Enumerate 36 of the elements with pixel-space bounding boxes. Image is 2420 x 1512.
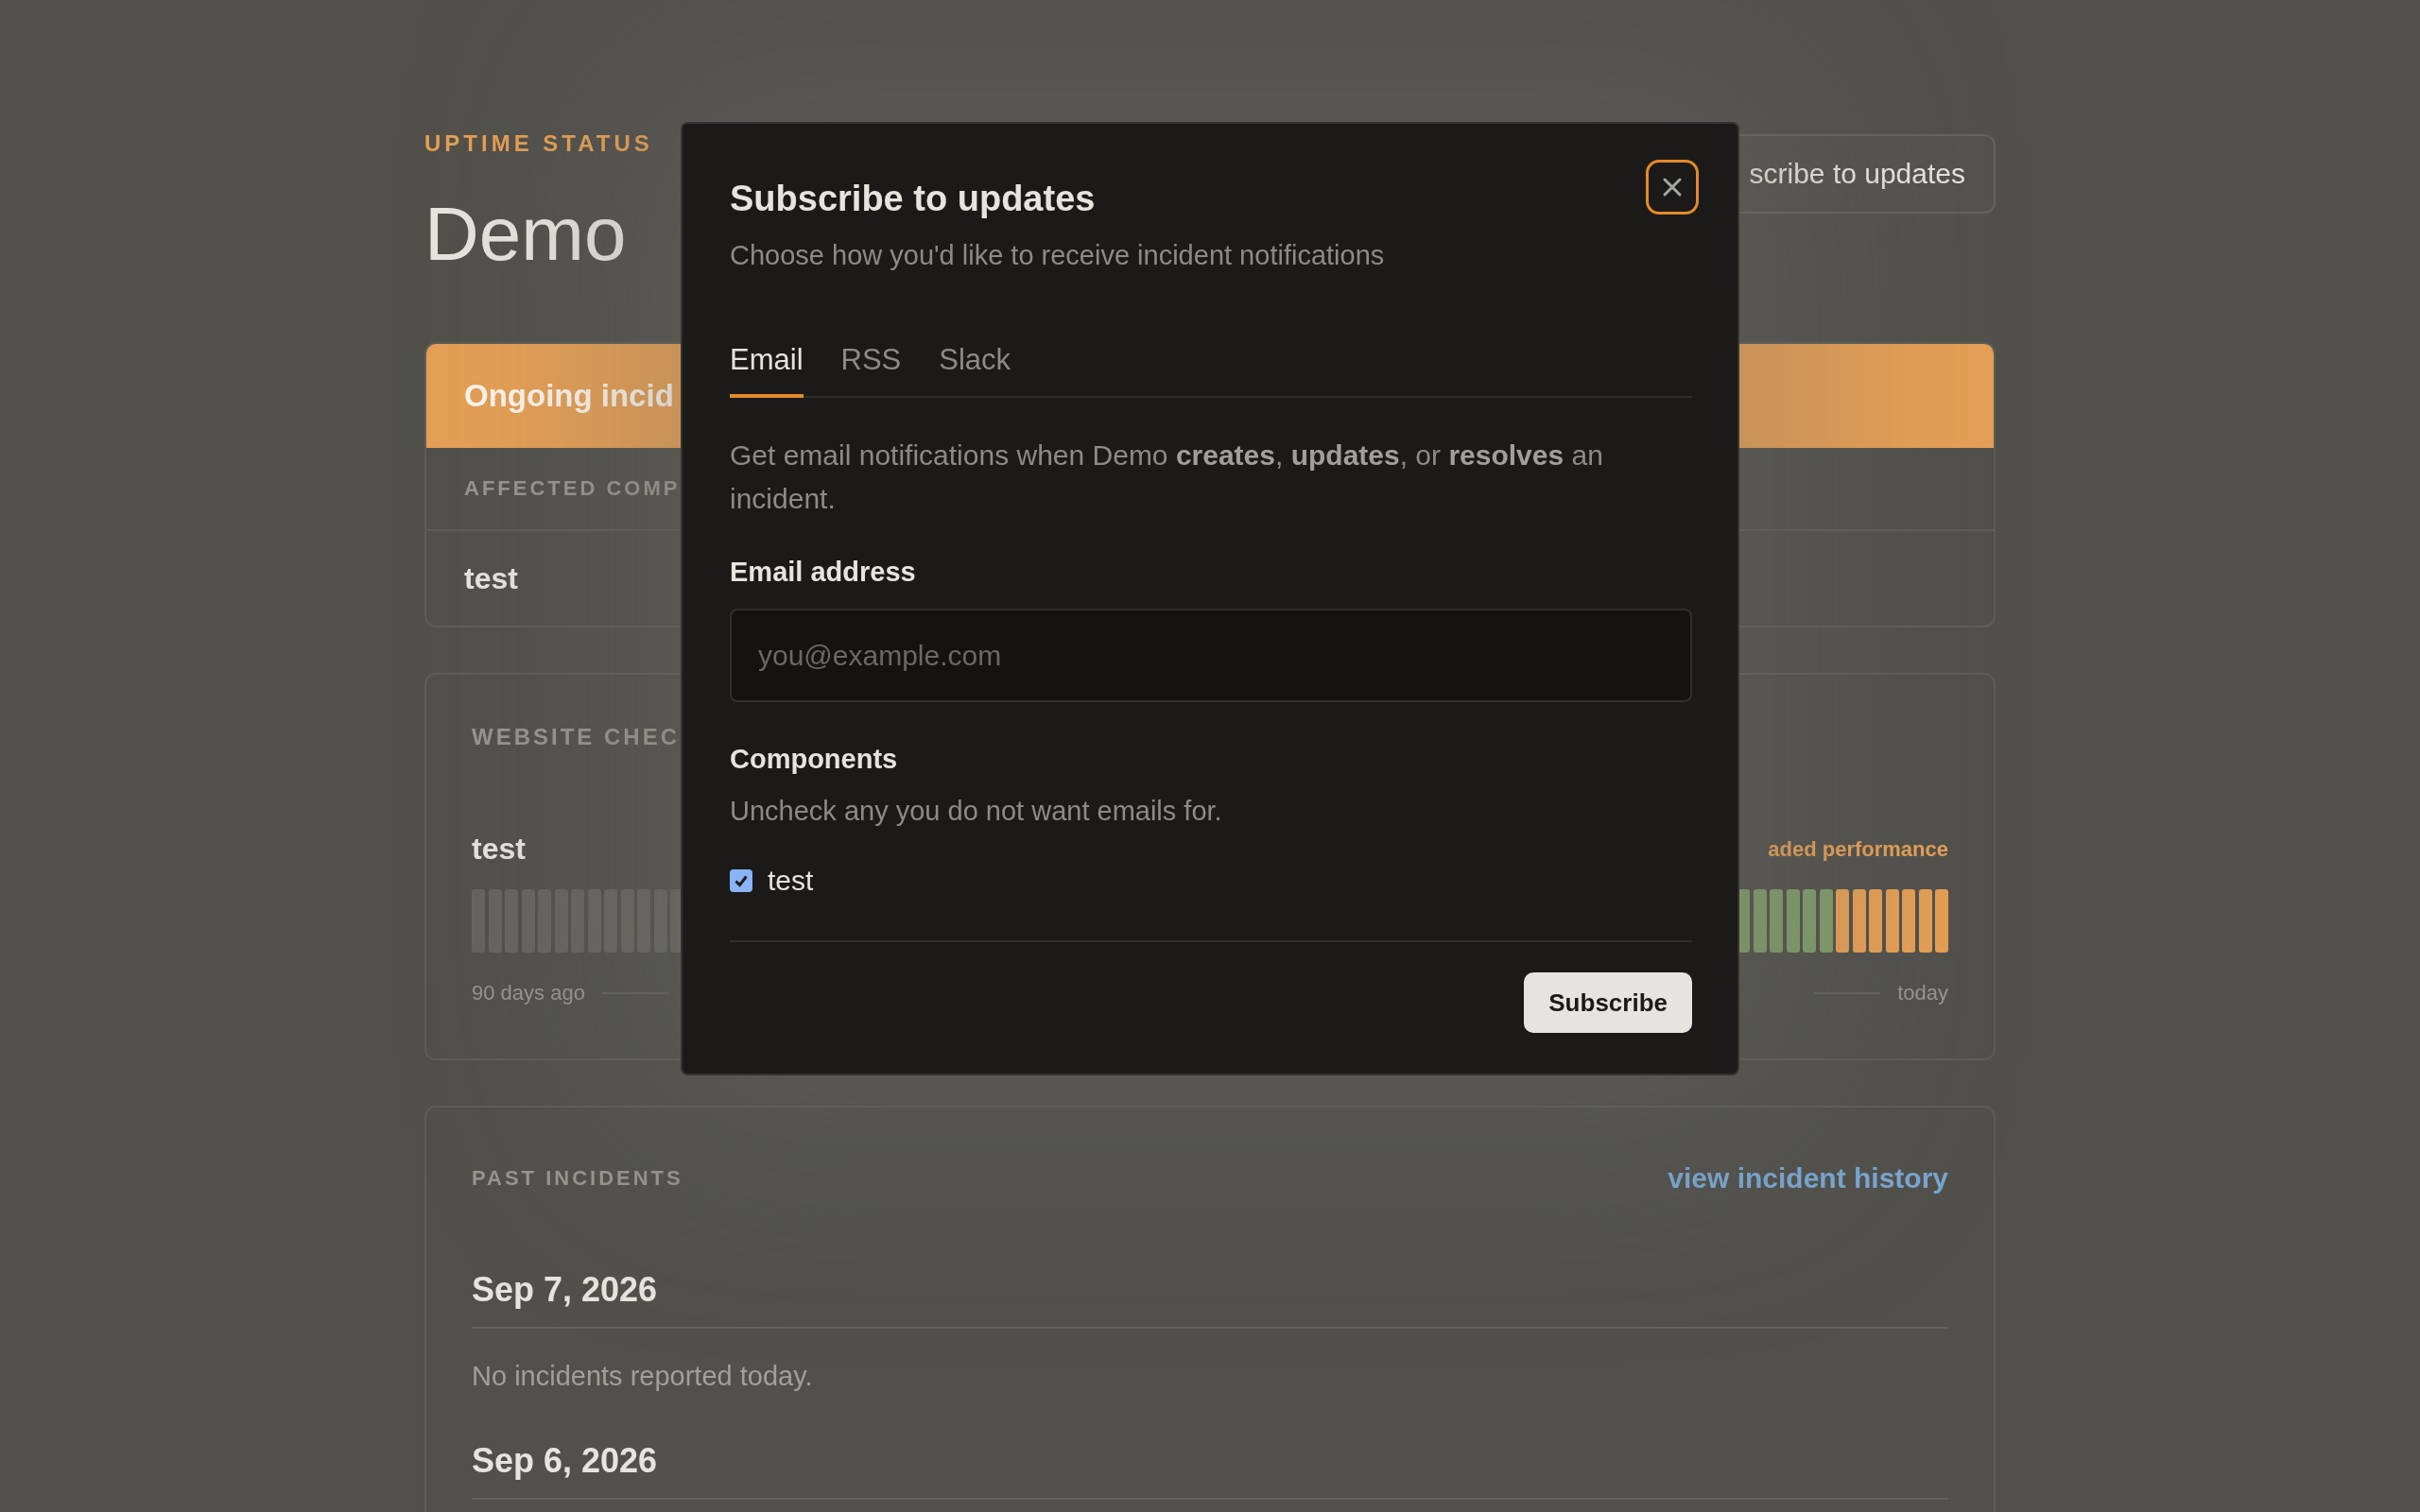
eyebrow-label: UPTIME STATUS <box>424 130 653 157</box>
checkbox-label: test <box>768 865 814 897</box>
axis-label: today <box>1897 981 1948 1005</box>
page-title: Demo <box>424 197 628 272</box>
component-name: test <box>464 560 518 596</box>
dialog-subtitle: Choose how you'd like to receive incident notifications <box>730 240 1385 271</box>
axis-label: 90 days ago <box>472 981 585 1005</box>
tab[interactable]: Email <box>730 343 804 398</box>
section-heading: WEBSITE CHEC <box>472 724 680 749</box>
email-field[interactable]: you@example.com <box>730 609 1692 702</box>
section-heading: PAST INCIDENTS <box>472 1166 683 1191</box>
uptime-bar[interactable] <box>1885 889 1899 953</box>
close-button[interactable] <box>1646 160 1699 215</box>
uptime-bar[interactable] <box>1786 889 1800 953</box>
tab[interactable]: RSS <box>840 343 902 398</box>
component-name: test <box>472 832 526 867</box>
dialog-title: Subscribe to updates <box>730 179 1097 219</box>
uptime-bar[interactable] <box>1753 889 1767 953</box>
field-label: Components <box>730 744 899 775</box>
field-label: Email address <box>730 557 917 588</box>
day-note: No incidents reported today. <box>472 1361 814 1392</box>
column-header: AFFECTED COMP <box>464 476 681 501</box>
close-icon <box>1662 177 1683 198</box>
status-label: aded performance <box>1768 836 1948 862</box>
incident-title: Ongoing incid <box>464 378 674 414</box>
uptime-bar[interactable] <box>1819 889 1833 953</box>
day-date: Sep 7, 2026 <box>472 1270 1948 1329</box>
incident-history-link[interactable]: view incident history <box>1668 1162 1948 1194</box>
day-date: Sep 6, 2026 <box>472 1441 1948 1500</box>
checkbox[interactable] <box>730 869 752 892</box>
uptime-bar[interactable] <box>1852 889 1866 953</box>
description-text: Get email notifications when Demo creates, updates, or resolves an incident. <box>730 438 1604 516</box>
hint-text: Uncheck any you do not want emails for. <box>730 796 1223 827</box>
uptime-bar[interactable] <box>1918 889 1932 953</box>
subscribe-submit-button[interactable]: Subscribe <box>1524 972 1692 1033</box>
tab[interactable]: Slack <box>939 343 1011 398</box>
